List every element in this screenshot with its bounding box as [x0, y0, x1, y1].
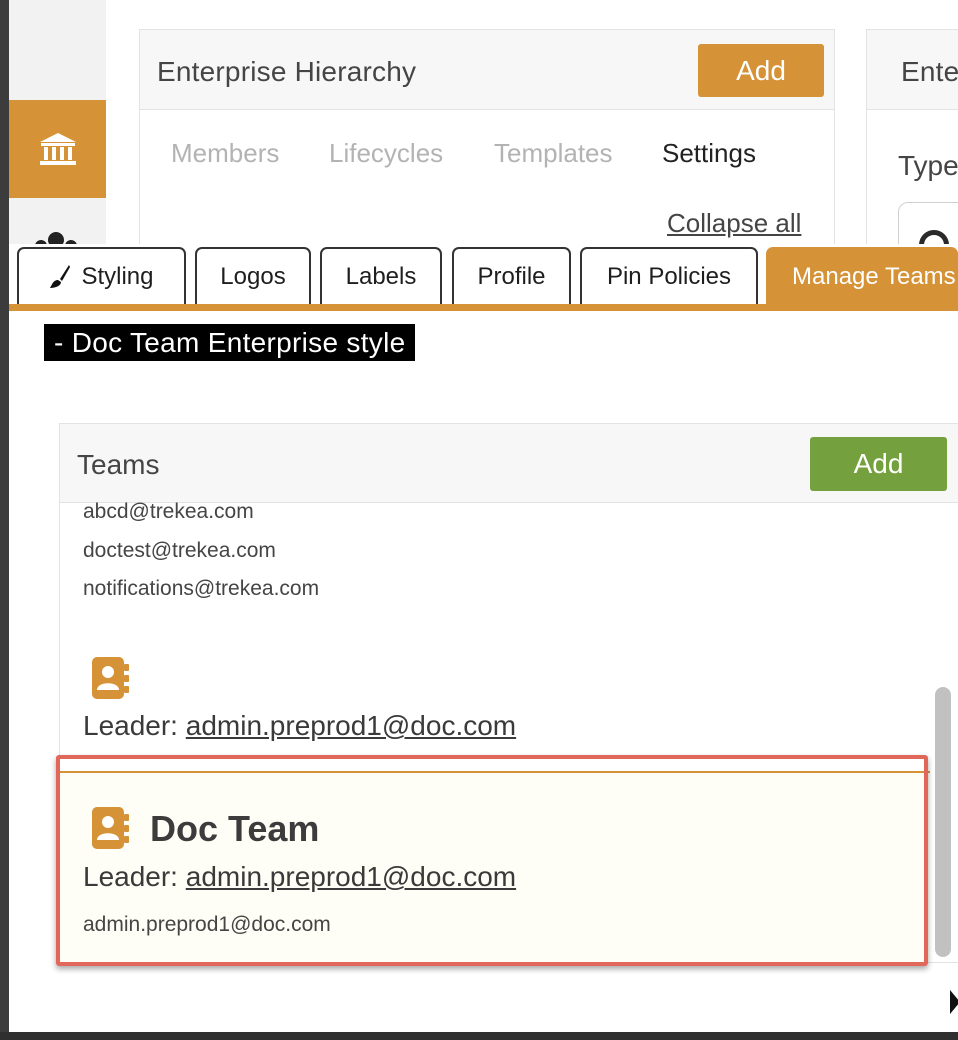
- tab-settings[interactable]: Settings: [662, 138, 756, 169]
- bank-icon: [39, 133, 76, 165]
- paintbrush-icon: [50, 264, 71, 288]
- tab-label: Logos: [220, 262, 286, 290]
- type-label: Type: [898, 150, 958, 181]
- leader-email-link[interactable]: admin.preprod1@doc.com: [186, 710, 516, 741]
- sidebar-item-enterprise[interactable]: [9, 100, 106, 198]
- team-leader: Leader: admin.preprod1@doc.com: [83, 710, 516, 742]
- tab-styling[interactable]: Styling: [17, 247, 186, 304]
- add-hierarchy-button[interactable]: Add: [698, 44, 824, 97]
- tab-templates[interactable]: Templates: [494, 138, 613, 169]
- teams-title: Teams: [77, 449, 160, 480]
- teams-header: Teams Add: [60, 424, 958, 503]
- enterprise-hierarchy-panel: Enterprise Hierarchy Add Members Lifecyc…: [139, 29, 835, 269]
- highlight-box: [56, 755, 928, 966]
- panel-title: Enterprise Hierarchy: [157, 56, 417, 87]
- panel-title: Ente: [901, 56, 958, 87]
- tab-manage-teams[interactable]: Manage Teams: [766, 247, 958, 304]
- tab-logos[interactable]: Logos: [195, 247, 311, 304]
- tab-label: Profile: [477, 262, 546, 290]
- tab-label: Pin Policies: [606, 262, 732, 290]
- tab-label: Manage Teams: [792, 262, 956, 290]
- tab-members[interactable]: Members: [171, 138, 279, 169]
- tab-bar-underline: [9, 304, 958, 311]
- cursor-arrow-icon: [950, 990, 958, 1014]
- scrollbar-thumb[interactable]: [935, 687, 951, 957]
- panel-header: Enterprise Hierarchy Add: [140, 30, 834, 110]
- leader-prefix: Leader:: [83, 710, 178, 741]
- collapse-all-link[interactable]: Collapse all: [667, 208, 801, 239]
- panel-header: Ente: [867, 30, 958, 110]
- window-edge: [0, 0, 9, 1040]
- tab-profile[interactable]: Profile: [452, 247, 571, 304]
- enterprise-detail-panel: Ente Type: [866, 29, 958, 272]
- tab-label: Labels: [345, 262, 417, 290]
- add-team-button[interactable]: Add: [810, 437, 947, 491]
- tab-labels[interactable]: Labels: [320, 247, 442, 304]
- team-member: doctest@trekea.com: [83, 539, 276, 562]
- style-heading: - Doc Team Enterprise style: [44, 324, 416, 361]
- team-member: notifications@trekea.com: [83, 577, 320, 600]
- bottom-bar: [0, 1032, 958, 1040]
- team-member: abcd@trekea.com: [83, 500, 254, 523]
- tab-pin-policies[interactable]: Pin Policies: [580, 247, 758, 304]
- contact-book-icon: [92, 657, 129, 699]
- tab-lifecycles[interactable]: Lifecycles: [329, 138, 443, 169]
- tab-label: Styling: [81, 262, 154, 290]
